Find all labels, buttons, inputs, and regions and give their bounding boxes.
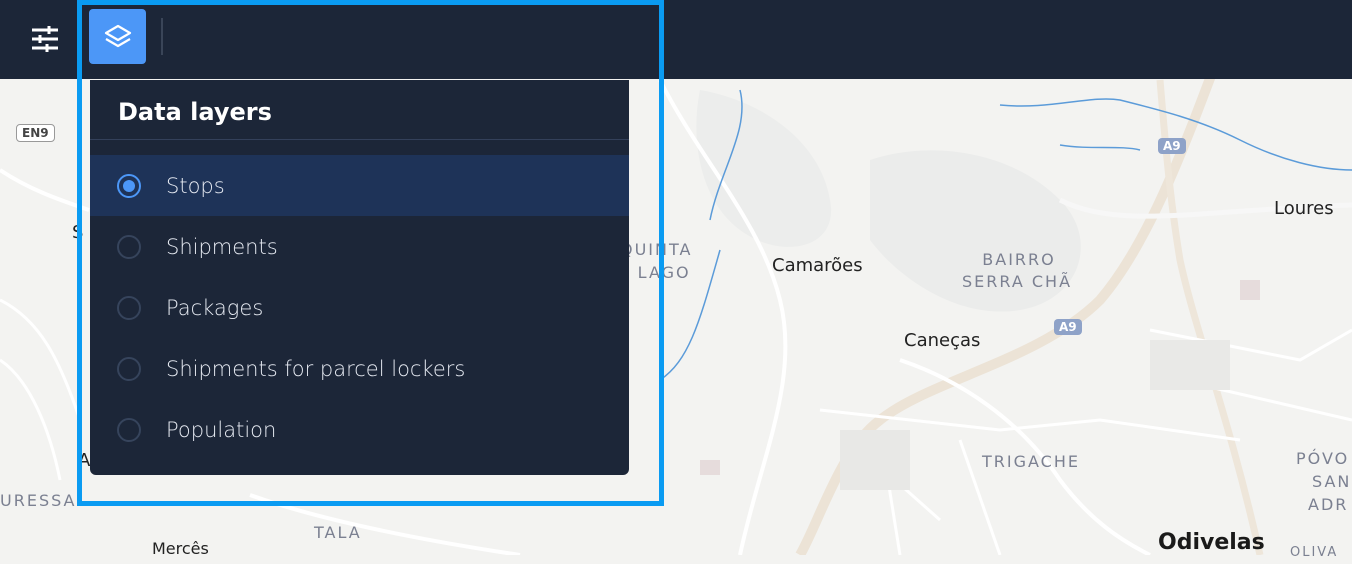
urban-block [700, 460, 720, 475]
toolbar-divider [161, 18, 163, 55]
radio-icon[interactable] [117, 234, 141, 259]
map-label-povoa: PÓVO [1296, 449, 1350, 468]
layer-option-label: Shipments for parcel lockers [166, 356, 466, 381]
map-label-partial: A [78, 450, 91, 471]
layer-option-stops[interactable]: Stops [90, 155, 629, 216]
urban-block [1150, 340, 1230, 390]
filters-button[interactable] [24, 20, 66, 58]
data-layers-panel: Data layers Stops Shipments Packages Shi… [90, 80, 629, 475]
road-shield-en9: EN9 [16, 124, 55, 142]
map-label-camaroes: Camarões [772, 255, 863, 276]
road-shield-a9: A9 [1054, 319, 1082, 335]
layer-option-parcel-lockers[interactable]: Shipments for parcel lockers [90, 338, 629, 399]
divider [90, 139, 629, 140]
layers-icon [104, 24, 131, 47]
map-label-trigache: TRIGACHE [982, 452, 1080, 471]
layer-option-population[interactable]: Population [90, 399, 629, 460]
map-label-olival: OLIVA [1290, 545, 1339, 560]
terrain-patch [696, 90, 832, 247]
radio-icon[interactable] [117, 295, 141, 320]
layer-option-label: Stops [166, 173, 225, 198]
layer-option-label: Packages [166, 295, 264, 320]
map-label-serra-cha: SERRA CHÃ [962, 272, 1073, 291]
top-toolbar [0, 0, 1352, 79]
map-label-merces: Mercês [152, 539, 209, 558]
sliders-icon [32, 26, 58, 52]
map-label-uressa: URESSA [0, 491, 77, 510]
layer-option-label: Population [166, 417, 277, 442]
map-label-quinta: QUINTA [620, 240, 693, 259]
road-shield-a9: A9 [1158, 138, 1186, 154]
radio-icon[interactable] [117, 417, 141, 442]
river [1059, 144, 1141, 151]
layer-option-label: Shipments [166, 234, 278, 259]
map-label-bairro: BAIRRO [982, 250, 1056, 269]
map-label-loures: Loures [1274, 198, 1334, 219]
map-label-odivelas: Odivelas [1158, 530, 1265, 555]
map-label-partial: S [72, 222, 84, 243]
radio-icon[interactable] [117, 356, 141, 381]
urban-block [1240, 280, 1260, 300]
panel-title: Data layers [118, 98, 272, 126]
road [0, 168, 90, 212]
layers-button[interactable] [89, 9, 146, 64]
layer-option-shipments[interactable]: Shipments [90, 216, 629, 277]
map-label-povoa: ADR [1308, 495, 1349, 514]
layer-option-packages[interactable]: Packages [90, 277, 629, 338]
radio-selected-icon[interactable] [117, 173, 141, 198]
road [249, 493, 521, 555]
road [0, 298, 82, 481]
urban-block [840, 430, 910, 490]
map-label-tala: TALA [314, 523, 362, 542]
map-label-povoa: SAN [1312, 472, 1352, 491]
map-label-canecas: Caneças [904, 330, 981, 351]
